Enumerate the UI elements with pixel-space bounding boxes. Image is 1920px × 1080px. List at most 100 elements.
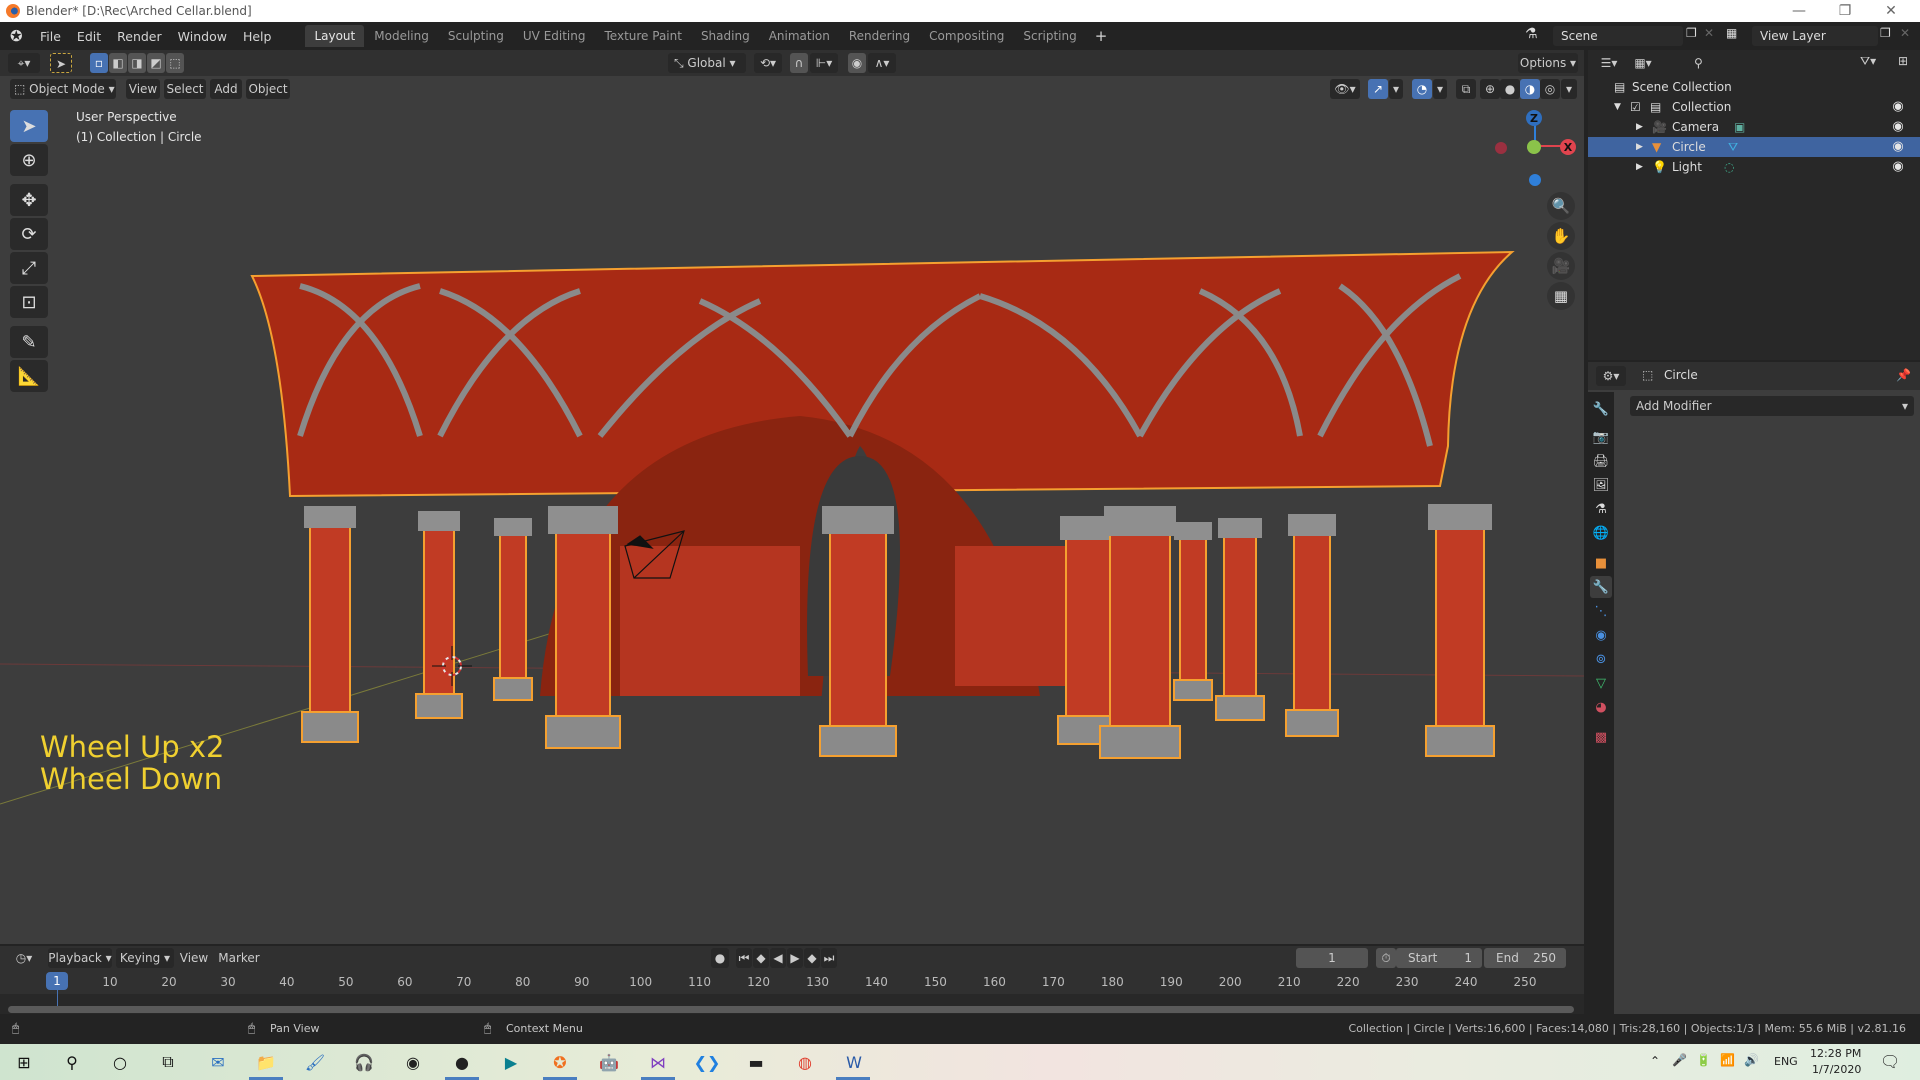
tray-overflow-icon[interactable]: ⌃ xyxy=(1650,1054,1660,1068)
tool-rotate[interactable]: ⟳ xyxy=(10,218,48,250)
overlays-chevron-icon[interactable]: ▾ xyxy=(1433,79,1447,99)
3d-viewport[interactable]: ⬚ Object Mode ▾ View Select Add Object 👁… xyxy=(0,76,1584,944)
tool-select-box[interactable]: ➤ xyxy=(10,110,48,142)
expand-arrow-icon[interactable]: ▶ xyxy=(1636,117,1643,137)
menu-file[interactable]: File xyxy=(32,29,69,44)
x-axis-dot[interactable]: X xyxy=(1560,139,1576,155)
outliner-item-circle[interactable]: ▶ ▼ Circle ⛛ ◉ xyxy=(1588,137,1920,157)
start-icon[interactable]: ⊞ xyxy=(12,1050,36,1074)
notifications-icon[interactable]: 🗨 xyxy=(1880,1052,1900,1071)
expand-arrow-icon[interactable]: ▶ xyxy=(1636,157,1643,177)
eye-icon[interactable]: ◉ xyxy=(1890,99,1906,115)
tab-compositing[interactable]: Compositing xyxy=(920,25,1013,47)
word-icon[interactable]: W xyxy=(842,1050,866,1074)
outliner-editor-type-icon[interactable]: ☰▾ xyxy=(1594,53,1624,73)
tab-modeling[interactable]: Modeling xyxy=(365,25,438,47)
cortana-icon[interactable]: ○ xyxy=(108,1050,132,1074)
world-tab-icon[interactable]: 🌐 xyxy=(1590,522,1612,544)
modifiers-tab-icon[interactable]: 🔧 xyxy=(1590,576,1612,598)
menu-add[interactable]: Add xyxy=(210,79,242,99)
remove-view-layer-icon[interactable]: ✕ xyxy=(1900,26,1910,40)
menu-playback[interactable]: Playback ▾ xyxy=(48,948,112,968)
view-layer-icon[interactable]: ▦ xyxy=(1726,26,1737,40)
expand-arrow-icon[interactable]: ▼ xyxy=(1614,97,1621,117)
eye-icon[interactable]: ◉ xyxy=(1890,139,1906,155)
snap-toggle-icon[interactable]: ∩ xyxy=(790,53,808,73)
mode-intersect-icon[interactable]: ⬚ xyxy=(166,53,184,73)
audacity-icon[interactable]: 🎧 xyxy=(352,1050,376,1074)
filter-icon[interactable]: ⛛▾ xyxy=(1860,54,1876,69)
end-frame-field[interactable]: End 250 xyxy=(1484,948,1566,968)
outliner-collection[interactable]: ▼ ☑ ▤ Collection ◉ xyxy=(1588,97,1920,117)
z-axis-dot[interactable]: Z xyxy=(1526,110,1542,126)
neg-z-axis-dot[interactable] xyxy=(1529,174,1541,186)
new-collection-icon[interactable]: ⊞ xyxy=(1898,54,1908,68)
eye-icon[interactable]: ◉ xyxy=(1890,159,1906,175)
scene-selector[interactable]: Scene xyxy=(1553,26,1683,46)
menu-edit[interactable]: Edit xyxy=(69,29,109,44)
mode-difference-icon[interactable]: ◩ xyxy=(147,53,165,73)
zoom-view-button[interactable]: 🔍 xyxy=(1547,192,1575,220)
tab-layout[interactable]: Layout xyxy=(305,25,365,47)
menu-view[interactable]: View xyxy=(178,948,210,968)
jump-start-button[interactable]: ⏮ xyxy=(736,948,752,968)
visibility-selectability-icon[interactable]: 👁▾ xyxy=(1330,79,1360,99)
transform-orientation-dropdown[interactable]: ⤡ Global ▾ xyxy=(668,53,746,73)
tool-scale[interactable]: ⤢ xyxy=(10,252,48,284)
overlays-toggle-icon[interactable]: ◔ xyxy=(1412,79,1432,99)
mode-subtract-icon[interactable]: ◨ xyxy=(128,53,146,73)
tab-scripting[interactable]: Scripting xyxy=(1014,25,1085,47)
tool-move[interactable]: ✥ xyxy=(10,184,48,216)
pan-view-button[interactable]: ✋ xyxy=(1547,222,1575,250)
prev-keyframe-button[interactable]: ◆ xyxy=(753,948,769,968)
eye-icon[interactable]: ◉ xyxy=(1890,119,1906,135)
vscode-icon[interactable]: ❮❯ xyxy=(694,1050,721,1074)
ortho-toggle-button[interactable]: ▦ xyxy=(1547,282,1575,310)
blender-icon[interactable]: ✪ xyxy=(548,1050,572,1074)
neg-x-axis-dot[interactable] xyxy=(1495,142,1507,154)
menu-window[interactable]: Window xyxy=(170,29,235,44)
material-tab-icon[interactable]: ◕ xyxy=(1590,696,1612,718)
menu-view[interactable]: View xyxy=(126,79,160,99)
mode-dropdown[interactable]: ⬚ Object Mode ▾ xyxy=(10,79,116,99)
restore-button[interactable]: ❐ xyxy=(1822,0,1868,22)
wifi-icon[interactable]: 📶 xyxy=(1720,1053,1735,1067)
texture-tab-icon[interactable]: ▩ xyxy=(1590,726,1612,748)
blender-menu-icon[interactable]: ✪ xyxy=(10,28,26,44)
tab-uv-editing[interactable]: UV Editing xyxy=(514,25,595,47)
search-icon[interactable]: ⚲ xyxy=(60,1050,84,1074)
pivot-point-icon[interactable]: ⟲▾ xyxy=(754,53,782,73)
tool-cursor[interactable]: ⊕ xyxy=(10,144,48,176)
visual-studio-icon[interactable]: ⋈ xyxy=(646,1050,670,1074)
minimize-button[interactable]: — xyxy=(1776,0,1822,22)
remove-scene-icon[interactable]: ✕ xyxy=(1704,26,1714,40)
tool-measure[interactable]: 📐 xyxy=(10,360,48,392)
outliner-scene-collection[interactable]: ▤ Scene Collection xyxy=(1588,77,1920,97)
next-keyframe-button[interactable]: ◆ xyxy=(804,948,820,968)
godot-icon[interactable]: 🤖 xyxy=(597,1050,621,1074)
properties-editor-type-icon[interactable]: ⚙▾ xyxy=(1596,366,1626,386)
add-modifier-dropdown[interactable]: Add Modifier ▾ xyxy=(1630,396,1914,416)
scene-tab-icon[interactable]: ⚗ xyxy=(1590,498,1612,520)
timeline-editor-type-icon[interactable]: ◷▾ xyxy=(8,948,40,968)
play-button[interactable]: ▶ xyxy=(787,948,803,968)
tool-transform[interactable]: ⊡ xyxy=(10,286,48,318)
y-axis-dot[interactable] xyxy=(1527,140,1541,154)
gizmo-toggle-icon[interactable]: ↗ xyxy=(1368,79,1388,99)
tab-sculpting[interactable]: Sculpting xyxy=(439,25,513,47)
editor-type-icon[interactable]: ⌖▾ xyxy=(8,53,40,73)
chrome-icon[interactable]: ◍ xyxy=(793,1050,817,1074)
gizmo-chevron-icon[interactable]: ▾ xyxy=(1389,79,1403,99)
display-mode-icon[interactable]: ▦▾ xyxy=(1628,53,1658,73)
filmora-icon[interactable]: ▶ xyxy=(499,1050,523,1074)
menu-keying[interactable]: Keying ▾ xyxy=(116,948,174,968)
new-scene-icon[interactable]: ❐ xyxy=(1686,26,1697,40)
file-explorer-icon[interactable]: 📁 xyxy=(254,1050,278,1074)
constraints-tab-icon[interactable]: ⊚ xyxy=(1590,648,1612,670)
proportional-edit-icon[interactable]: ◉ xyxy=(848,53,866,73)
stopwatch-icon[interactable]: ⏱ xyxy=(1376,948,1396,968)
outliner-search-input[interactable]: ⚲ xyxy=(1688,53,1794,73)
pin-icon[interactable]: 📌 xyxy=(1896,368,1911,382)
tab-shading[interactable]: Shading xyxy=(692,25,759,47)
view-layer-tab-icon[interactable]: 🖼 xyxy=(1590,474,1612,496)
